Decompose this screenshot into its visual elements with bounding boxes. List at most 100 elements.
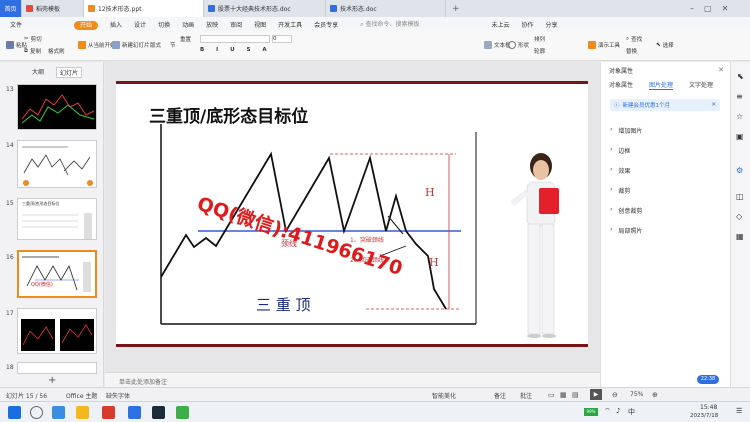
tab-outline[interactable]: 大纲	[32, 67, 44, 76]
shape-button[interactable]: 形状	[508, 41, 529, 49]
theme-name[interactable]: Office 主题	[66, 391, 97, 400]
tab-text-processing[interactable]: 文字处理	[689, 80, 713, 89]
input-method-icon[interactable]: 中	[628, 407, 635, 417]
section-effect[interactable]: › 效果	[610, 166, 630, 175]
format-painter-button[interactable]: 格式刷	[48, 47, 65, 55]
image-icon[interactable]: ▣	[736, 132, 744, 141]
cut-button[interactable]: ✂ 剪切	[24, 35, 42, 43]
close-icon[interactable]: ✕	[718, 66, 724, 74]
comments-toggle[interactable]: 批注	[520, 391, 532, 400]
menu-review[interactable]: 审阅	[224, 20, 248, 29]
wps-office-icon[interactable]	[102, 406, 115, 419]
grid-view-icon[interactable]: ▦	[560, 391, 567, 399]
slide-thumbnail-15[interactable]: 三重顶/底形态目标位	[17, 198, 97, 240]
arrange-button[interactable]: 排列	[534, 35, 545, 43]
section-button[interactable]: 节	[170, 41, 176, 49]
tab-ppt-document[interactable]: 12技术形态.ppt	[84, 0, 204, 17]
search-icon[interactable]	[30, 406, 43, 419]
close-icon[interactable]: ✕	[711, 102, 716, 108]
zoom-level[interactable]: 75%	[630, 391, 643, 398]
menu-transition[interactable]: 切换	[152, 20, 176, 29]
notes-toggle[interactable]: 备注	[494, 391, 506, 400]
grid-icon[interactable]: ▦	[736, 232, 744, 241]
close-icon[interactable]: ✕	[722, 4, 729, 13]
search-command-input[interactable]: ⌕ 查找命令、搜索模板	[354, 19, 425, 29]
missing-font-indicator[interactable]: 缺失字体	[106, 391, 130, 400]
play-slideshow-icon[interactable]: ▶	[590, 389, 602, 400]
clock-date[interactable]: 2023/7/18	[690, 413, 718, 419]
menu-animation[interactable]: 动画	[176, 20, 200, 29]
menu-start[interactable]: 开始	[68, 20, 104, 30]
copy-button[interactable]: ⧉ 复制	[24, 47, 41, 56]
slide-thumbnail-18[interactable]	[17, 362, 97, 374]
section-add-image[interactable]: › 增加图片	[610, 126, 642, 135]
tab-doc-patterns[interactable]: 技术形态.doc	[326, 0, 446, 17]
slide-thumbnail-17[interactable]	[17, 308, 97, 354]
menu-view[interactable]: 视图	[248, 20, 272, 29]
folder-icon[interactable]	[76, 406, 89, 419]
star-icon[interactable]: ☆	[736, 112, 743, 121]
layout-button[interactable]: 版式	[150, 41, 161, 49]
zoom-in-icon[interactable]: ⊕	[652, 391, 658, 399]
replace-button[interactable]: 替换	[626, 47, 637, 55]
current-slide[interactable]: 三重顶/底形态目标位 1、突破颈线 2、回调颈线 H H 颈线 三 重 顶 QQ…	[116, 81, 588, 347]
presenter-tools-button[interactable]: 演示工具	[588, 41, 620, 49]
tab-doc-classic[interactable]: 股票十大经典技术形态.doc	[204, 0, 326, 17]
menu-insert[interactable]: 插入	[104, 20, 128, 29]
font-size-select[interactable]: 0	[272, 35, 292, 43]
reading-view-icon[interactable]: ▤	[572, 391, 579, 399]
time-badge[interactable]: 22:38	[697, 375, 719, 384]
section-crop[interactable]: › 裁剪	[610, 186, 630, 195]
cursor-icon[interactable]: ⬉	[737, 72, 744, 81]
section-border[interactable]: › 边框	[610, 146, 630, 155]
select-button[interactable]: ⬉ 选择	[656, 41, 674, 49]
tab-object-properties[interactable]: 对象属性	[609, 80, 633, 89]
menu-member[interactable]: 会员专享	[308, 20, 344, 29]
cloud-status[interactable]: 未上云	[485, 20, 515, 29]
slide-thumbnail-13[interactable]	[17, 84, 97, 130]
new-slide-button[interactable]: 新建幻灯片	[112, 41, 150, 49]
gear-icon[interactable]: ⚙	[736, 166, 743, 175]
volume-icon[interactable]: ♪	[616, 407, 620, 415]
zoom-out-icon[interactable]: ⊖	[612, 391, 618, 399]
reset-button[interactable]: 重置	[180, 35, 191, 43]
messenger-icon[interactable]	[176, 406, 189, 419]
menu-file[interactable]: 文件	[4, 20, 28, 29]
normal-view-icon[interactable]: ▭	[548, 391, 555, 399]
network-icon[interactable]: ⌔	[604, 407, 611, 416]
font-name-select[interactable]	[200, 35, 270, 43]
outline-button[interactable]: 轮廓	[534, 47, 545, 55]
word-app-icon[interactable]	[128, 406, 141, 419]
adjust-icon[interactable]: ≡	[736, 92, 743, 101]
tab-slides[interactable]: 幻灯片	[56, 67, 83, 78]
add-slide-plus-icon[interactable]: +	[48, 375, 56, 386]
share-button[interactable]: 分享	[540, 20, 564, 29]
tab-docer-templates[interactable]: 稻壳模板	[22, 0, 84, 17]
play-from-current-button[interactable]: 从当前开始	[78, 41, 116, 49]
textbox-button[interactable]: 文本框	[484, 41, 511, 49]
layers-icon[interactable]: ◫	[736, 192, 744, 201]
notes-area[interactable]: 单击此处添加备注	[105, 372, 600, 387]
menu-design[interactable]: 设计	[128, 20, 152, 29]
new-tab-plus-icon[interactable]: +	[446, 4, 466, 14]
collab-button[interactable]: 协作	[515, 20, 539, 29]
maximize-icon[interactable]: ▢	[704, 4, 712, 13]
find-button[interactable]: ⌕ 查找	[626, 35, 642, 44]
minimize-icon[interactable]: –	[690, 4, 694, 13]
smart-beautify-button[interactable]: 智能美化	[432, 391, 456, 400]
tab-home[interactable]: 首页	[0, 0, 22, 17]
section-creative-crop[interactable]: › 创意裁剪	[610, 206, 642, 215]
clock-time[interactable]: 15:48	[700, 404, 717, 411]
slide-thumbnail-14[interactable]	[17, 140, 97, 188]
media-app-icon[interactable]	[152, 406, 165, 419]
text-format-row[interactable]: B I U S A	[200, 47, 272, 53]
slide-thumbnail-16-selected[interactable]: QQ(微信)	[17, 250, 97, 298]
section-local-photo[interactable]: › 局部照片	[610, 226, 642, 235]
start-menu-icon[interactable]	[8, 406, 21, 419]
shape-icon[interactable]: ◇	[736, 212, 742, 221]
member-notice[interactable]: ⓘ 新建会员优惠1个月 ✕	[610, 99, 720, 111]
edge-browser-icon[interactable]	[52, 406, 65, 419]
notification-icon[interactable]: ☰	[736, 407, 742, 415]
menu-developer[interactable]: 开发工具	[272, 20, 308, 29]
tab-image-processing[interactable]: 图片处理	[649, 80, 674, 90]
